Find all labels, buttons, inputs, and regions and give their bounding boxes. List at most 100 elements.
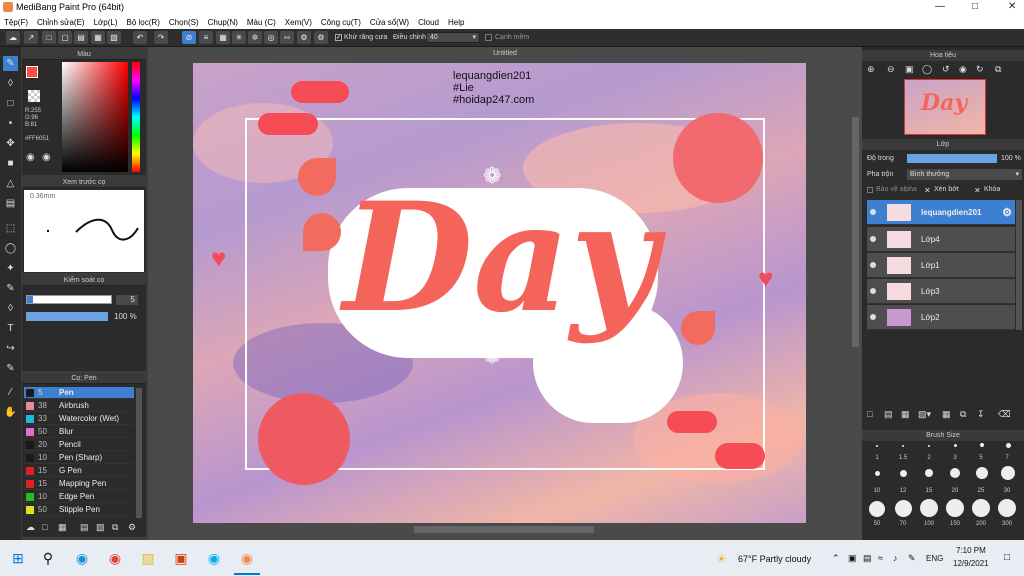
menu-filter[interactable]: Bộ lọc(R) bbox=[127, 18, 160, 27]
eye-icon[interactable] bbox=[870, 288, 876, 294]
duplicate-icon[interactable]: ⧉ bbox=[112, 522, 118, 533]
divide-tool-icon[interactable]: ✎ bbox=[3, 361, 18, 376]
eye-icon[interactable] bbox=[870, 262, 876, 268]
search-icon[interactable]: ⚲ bbox=[38, 548, 58, 568]
brush-item-mapping-pen[interactable]: 15 Mapping Pen bbox=[24, 478, 134, 490]
brush-item-blur[interactable]: 50 Blur bbox=[24, 426, 134, 438]
clip-checkbox[interactable]: ✕ bbox=[924, 186, 931, 195]
snap-radial2-icon[interactable]: ✲ bbox=[248, 31, 262, 44]
new-layer-icon[interactable]: □ bbox=[867, 409, 872, 419]
brush-size-dot[interactable] bbox=[1001, 466, 1015, 480]
brush-size-dot[interactable] bbox=[900, 470, 907, 477]
primary-color-swatch[interactable] bbox=[26, 66, 38, 78]
close-button[interactable]: ✕ bbox=[1008, 1, 1016, 12]
brush-size-dot[interactable] bbox=[920, 499, 938, 517]
eye-icon[interactable] bbox=[870, 314, 876, 320]
brush-size-dot[interactable] bbox=[902, 445, 904, 447]
brush-item-stipple-pen[interactable]: 50 Stipple Pen bbox=[24, 504, 134, 516]
brush-size-dot[interactable] bbox=[928, 445, 930, 447]
cloud-icon[interactable]: ☁ bbox=[6, 31, 20, 44]
transparent-swatch[interactable] bbox=[28, 90, 40, 102]
eye-icon[interactable] bbox=[870, 236, 876, 242]
add-brush-icon[interactable]: ▦ bbox=[58, 522, 67, 533]
opacity-slider[interactable] bbox=[26, 312, 108, 321]
new-8bit-icon[interactable]: ▦ bbox=[901, 409, 910, 420]
merge-layer-icon[interactable]: ↧ bbox=[977, 409, 985, 420]
menu-file[interactable]: Tệp(F) bbox=[4, 18, 28, 27]
lasso-tool-icon[interactable]: ◯ bbox=[3, 241, 18, 256]
layer-folder-icon[interactable]: ▦ bbox=[942, 409, 951, 420]
adjust-select[interactable]: 40 ▾ bbox=[426, 32, 480, 43]
snap-circle-icon[interactable]: ◎ bbox=[264, 31, 278, 44]
layer-scrollbar[interactable] bbox=[1016, 200, 1022, 330]
layer-row[interactable]: Lớp1 bbox=[867, 253, 1015, 278]
language-indicator[interactable]: ENG bbox=[926, 554, 943, 563]
layer-row-active[interactable]: lequangdien201 ⚙ bbox=[867, 200, 1015, 225]
menu-tools[interactable]: Công cụ(T) bbox=[321, 18, 361, 27]
antialias-checkbox[interactable]: ✓ bbox=[335, 34, 342, 41]
lock-checkbox[interactable]: ✕ bbox=[974, 186, 981, 195]
settings-icon[interactable]: ⚙ bbox=[314, 31, 328, 44]
snap-3d-icon[interactable]: ⚙ bbox=[297, 31, 311, 44]
settings-small-icon[interactable]: ⚙ bbox=[128, 522, 136, 533]
blend-select[interactable]: Bình thường ▾ bbox=[907, 169, 1022, 180]
copy-brush-icon[interactable]: ▤ bbox=[80, 522, 89, 533]
brush-tool-icon[interactable]: ✎ bbox=[3, 56, 18, 71]
duplicate-layer-icon[interactable]: ⧉ bbox=[960, 409, 966, 420]
zoom-in-icon[interactable]: ⊕ bbox=[867, 64, 875, 75]
weather-text[interactable]: 67°F Partly cloudy bbox=[738, 554, 811, 564]
export-icon[interactable]: ↗ bbox=[24, 31, 38, 44]
brush-list-scrollbar[interactable] bbox=[136, 388, 142, 518]
chat-icon[interactable]: ▢ bbox=[58, 31, 72, 44]
canvas-h-scrollbar[interactable] bbox=[414, 526, 594, 533]
skype-icon[interactable]: ◉ bbox=[204, 548, 224, 568]
brush-size-dot[interactable] bbox=[876, 445, 878, 447]
dot-tool-icon[interactable]: • bbox=[3, 116, 18, 131]
eyedropper-tool-icon[interactable]: ⁄ bbox=[3, 385, 18, 400]
rotate-left-icon[interactable]: ↺ bbox=[942, 64, 950, 75]
undo-icon[interactable]: ↶ bbox=[133, 31, 147, 44]
rect-tool-icon[interactable]: □ bbox=[3, 96, 18, 111]
layer-row[interactable]: Lớp3 bbox=[867, 279, 1015, 304]
snap-grid-icon[interactable]: ▦ bbox=[216, 31, 230, 44]
book-icon[interactable]: ▦ bbox=[91, 31, 105, 44]
add-layer-menu-icon[interactable]: ▧▾ bbox=[918, 409, 931, 420]
document-tab[interactable]: Untitled bbox=[148, 50, 862, 57]
menu-snap[interactable]: Chụp(N) bbox=[208, 18, 238, 27]
folder-icon[interactable]: ▧ bbox=[96, 522, 105, 533]
brush-size-dot[interactable] bbox=[998, 499, 1016, 517]
actual-size-icon[interactable]: ◯ bbox=[922, 64, 932, 75]
size-value[interactable]: 5 bbox=[116, 295, 138, 305]
menu-select[interactable]: Chọn(S) bbox=[169, 18, 199, 27]
windows-start-icon[interactable]: ⊞ bbox=[8, 548, 28, 568]
menu-help[interactable]: Help bbox=[448, 18, 464, 27]
clock-time[interactable]: 7:10 PM bbox=[956, 546, 986, 555]
palette-icon[interactable]: ◉ bbox=[26, 152, 35, 163]
brush-size-dot[interactable] bbox=[950, 468, 960, 478]
chrome-icon[interactable]: ◉ bbox=[105, 548, 125, 568]
eye-icon[interactable] bbox=[870, 209, 876, 215]
brush-size-dot[interactable] bbox=[869, 501, 885, 517]
pen-icon[interactable]: ✎ bbox=[908, 553, 916, 564]
brush-size-dot[interactable] bbox=[875, 471, 880, 476]
brush-size-dot[interactable] bbox=[980, 443, 984, 447]
maximize-button[interactable]: □ bbox=[972, 1, 978, 12]
eraser-tool-icon[interactable]: ◊ bbox=[3, 76, 18, 91]
snap-off-icon[interactable]: ⊘ bbox=[182, 31, 196, 44]
tray-chevron-icon[interactable]: ⌃ bbox=[832, 553, 840, 564]
delete-layer-icon[interactable]: ⌫ bbox=[998, 409, 1011, 420]
menu-cloud[interactable]: Cloud bbox=[418, 18, 439, 27]
minimize-button[interactable]: — bbox=[935, 1, 945, 12]
smooth-checkbox[interactable] bbox=[485, 34, 492, 41]
wifi-icon[interactable]: ≈ bbox=[878, 553, 883, 563]
magic-wand-icon[interactable]: ✦ bbox=[3, 261, 18, 276]
new-halftone-icon[interactable]: ▤ bbox=[884, 409, 893, 420]
hue-slider[interactable] bbox=[132, 62, 140, 172]
brush-size-dot[interactable] bbox=[946, 499, 964, 517]
fill-rect-icon[interactable]: ■ bbox=[3, 156, 18, 171]
hand-tool-icon[interactable]: ✋ bbox=[3, 405, 18, 420]
select-eraser-icon[interactable]: ◊ bbox=[3, 301, 18, 316]
clock-date[interactable]: 12/9/2021 bbox=[953, 559, 989, 568]
brush-item-watercolor[interactable]: 33 Watercolor (Wet) bbox=[24, 413, 134, 425]
brush-size-dot[interactable] bbox=[976, 467, 988, 479]
